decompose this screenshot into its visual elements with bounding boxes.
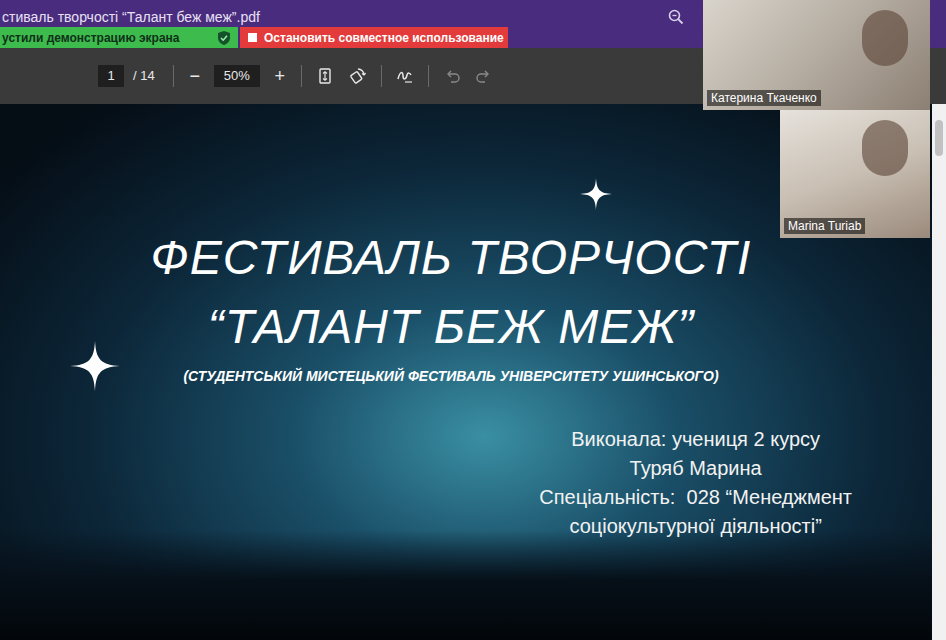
page-total: / 14 (133, 66, 155, 86)
participant-name: Катерина Ткаченко (707, 90, 821, 106)
zoom-in-button[interactable]: + (270, 63, 290, 90)
page-input[interactable]: 1 (98, 65, 124, 87)
slide-author-line: соціокультурної діяльності” (569, 512, 821, 541)
sparkle-icon (70, 341, 120, 391)
participant-tile[interactable]: Катерина Ткаченко (703, 0, 930, 110)
toolbar-divider (173, 65, 174, 87)
document-title: стиваль творчості “Талант беж меж”.pdf (0, 8, 668, 26)
share-status: устили демонстрацию экрана (0, 27, 238, 48)
slide-subtitle: (СТУДЕНТСЬКИЙ МИСТЕЦЬКИЙ ФЕСТИВАЛЬ УНІВЕ… (183, 366, 718, 387)
toolbar-divider (381, 65, 382, 87)
participant-panel: Катерина Ткаченко Marina Turiab (703, 0, 930, 238)
slide-title: ФЕСТИВАЛЬ ТВОРЧОСТІ “ТАЛАНТ БЕЖ МЕЖ” (СТУД… (151, 104, 782, 387)
toolbar-divider (301, 65, 302, 87)
participant-video (862, 10, 908, 66)
scrollbar-thumb[interactable] (935, 120, 943, 156)
share-status-text: устили демонстрацию экрана (2, 30, 180, 46)
screen: стиваль творчості “Талант беж меж”.pdf 1… (0, 0, 946, 640)
shield-check-icon (218, 31, 230, 45)
participant-tile[interactable]: Marina Turiab (780, 110, 930, 238)
participant-name: Marina Turiab (784, 218, 865, 234)
redo-icon[interactable] (472, 64, 496, 88)
fit-page-icon[interactable] (313, 64, 337, 88)
share-bar: устили демонстрацию экрана Остановить сов… (0, 27, 508, 48)
participant-video (862, 120, 908, 176)
slide-author-line: Туряб Марина (630, 454, 762, 483)
search-icon[interactable] (668, 8, 692, 25)
zoom-input[interactable]: 50% (214, 65, 260, 87)
sparkle-icon (580, 178, 612, 210)
stop-sharing-button[interactable]: Остановить совместное использование (240, 27, 508, 48)
slide-title-line: ФЕСТИВАЛЬ ТВОРЧОСТІ (151, 230, 752, 285)
toolbar-divider (428, 65, 429, 87)
draw-icon[interactable] (393, 64, 417, 88)
scrollbar[interactable] (932, 104, 946, 640)
slide-title-line: “ТАЛАНТ БЕЖ МЕЖ” (208, 299, 695, 354)
stop-sharing-label: Остановить совместное использование (264, 30, 504, 46)
slide-author-block: Виконала: учениця 2 курсуТуряб МаринаСпе… (539, 425, 852, 541)
undo-icon[interactable] (440, 64, 464, 88)
crowd-silhouette (0, 530, 932, 640)
rotate-icon[interactable] (346, 64, 370, 88)
slide-author-line: Виконала: учениця 2 курсу (571, 425, 820, 454)
slide-author-line: Спеціальність: 028 “Менеджмент (539, 483, 852, 512)
stop-icon (248, 33, 257, 42)
zoom-out-button[interactable]: − (185, 63, 205, 90)
